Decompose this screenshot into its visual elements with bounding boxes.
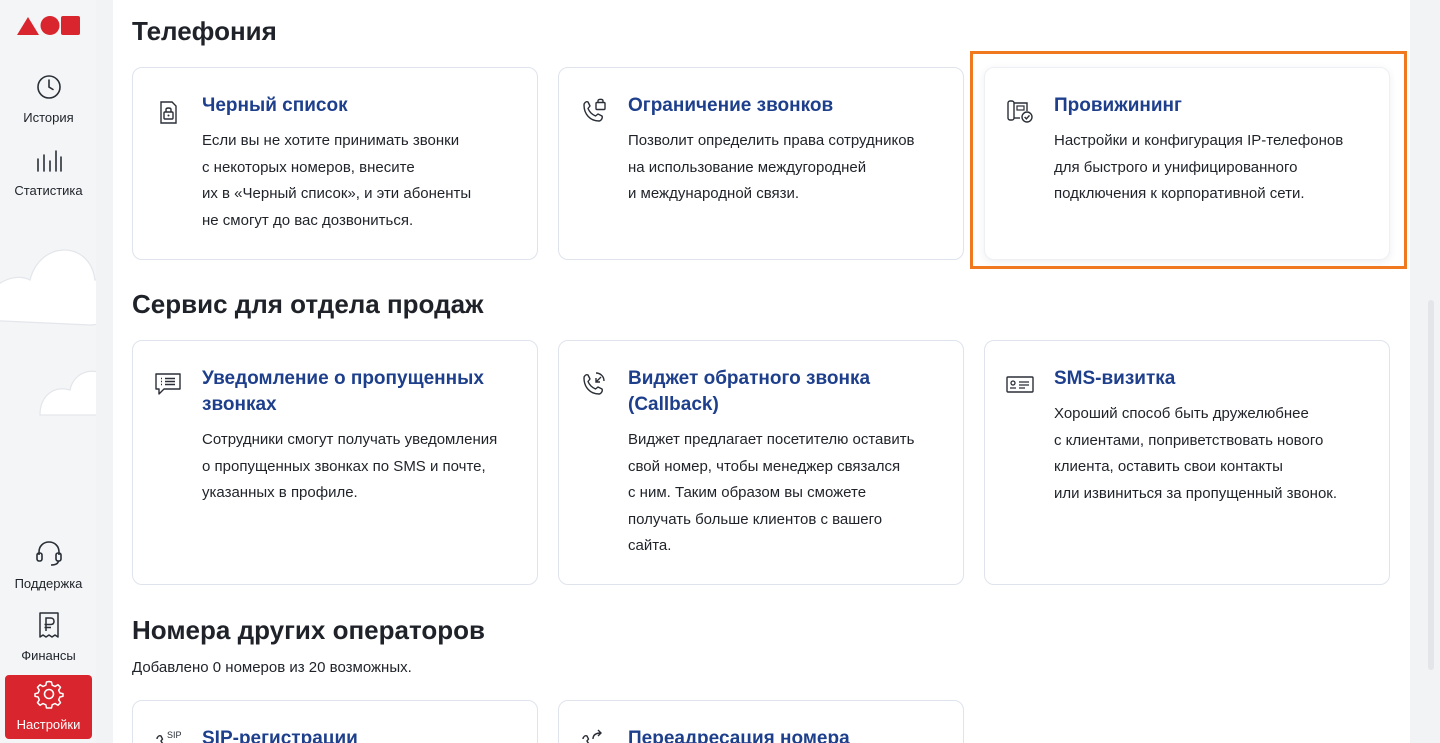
section-title-operators: Номера других операторов	[132, 615, 485, 645]
card-blacklist[interactable]: Черный список Если вы не хотите принимат…	[132, 67, 538, 260]
sidebar: История Статистика Поддержка Финансы Нас…	[0, 0, 96, 743]
card-description: Виджет предлагает посетителю оставить св…	[628, 431, 915, 554]
card-title: Переадресация номера	[628, 728, 850, 743]
phone-forward-icon	[579, 727, 609, 743]
card-callback-widget[interactable]: Виджет обратного звонка (Callback) Видже…	[558, 340, 964, 585]
nav-label: Поддержка	[14, 576, 83, 591]
main-content: Телефония Черный список Если вы не хотит…	[113, 0, 1410, 743]
cloud-decoration-icon	[0, 249, 96, 416]
card-description: Настройки и конфигурация IP-телефонов дл…	[1054, 132, 1344, 202]
company-logo[interactable]	[17, 14, 81, 36]
card-description: Хороший способ быть дружелюбнее с клиент…	[1054, 405, 1338, 502]
nav-settings[interactable]: Настройки	[5, 675, 92, 739]
operators-count: Добавлено 0 номеров из 20 возможных.	[132, 659, 412, 676]
card-title: Провижининг	[1054, 95, 1182, 116]
nav-label: Финансы	[21, 648, 76, 663]
scrollbar[interactable]	[1428, 300, 1434, 670]
message-list-icon	[153, 369, 183, 399]
clock-icon	[34, 72, 64, 102]
card-title: Виджет обратного звонка (Callback)	[628, 368, 871, 415]
card-number-forwarding[interactable]: Переадресация номера	[558, 700, 964, 743]
card-description: Позволит определить права сотрудников на…	[628, 132, 915, 202]
bar-chart-icon	[34, 145, 64, 175]
phone-lock-icon	[579, 96, 609, 126]
nav-label: Настройки	[16, 717, 81, 732]
section-title-telephony: Телефония	[132, 16, 277, 46]
card-description: Если вы не хотите принимать звонки с нек…	[202, 132, 472, 229]
card-call-restriction[interactable]: Ограничение звонков Позволит определить …	[558, 67, 964, 260]
card-sms-business-card[interactable]: SMS-визитка Хороший способ быть дружелюб…	[984, 340, 1390, 585]
ruble-receipt-icon	[34, 610, 64, 640]
sip-phone-icon: SIP	[153, 727, 183, 743]
nav-label: История	[23, 110, 74, 125]
gear-icon	[33, 679, 64, 709]
section-title-sales: Сервис для отдела продаж	[132, 289, 484, 319]
nav-history[interactable]: История	[5, 68, 92, 132]
lock-phone-icon	[153, 96, 183, 126]
card-sip-registration[interactable]: SIP SIP-регистрации	[132, 700, 538, 743]
ip-phone-check-icon	[1005, 96, 1035, 126]
nav-finance[interactable]: Финансы	[5, 606, 92, 670]
svg-text:SIP: SIP	[167, 730, 182, 740]
headset-icon	[34, 538, 64, 568]
business-card-icon	[1005, 369, 1035, 399]
nav-support[interactable]: Поддержка	[5, 534, 92, 598]
card-title: SIP-регистрации	[202, 728, 358, 743]
phone-callback-icon	[579, 369, 609, 399]
card-title: SMS-визитка	[1054, 368, 1176, 389]
card-provisioning[interactable]: Провижининг Настройки и конфигурация IP-…	[984, 67, 1390, 260]
card-title: Уведомление о пропущенных звонках	[202, 368, 484, 415]
card-title: Ограничение звонков	[628, 95, 834, 116]
nav-label: Статистика	[14, 183, 83, 198]
card-missed-calls[interactable]: Уведомление о пропущенных звонках Сотруд…	[132, 340, 538, 585]
card-description: Сотрудники смогут получать уведомления о…	[202, 431, 498, 501]
nav-statistics[interactable]: Статистика	[5, 141, 92, 205]
card-title: Черный список	[202, 95, 348, 116]
